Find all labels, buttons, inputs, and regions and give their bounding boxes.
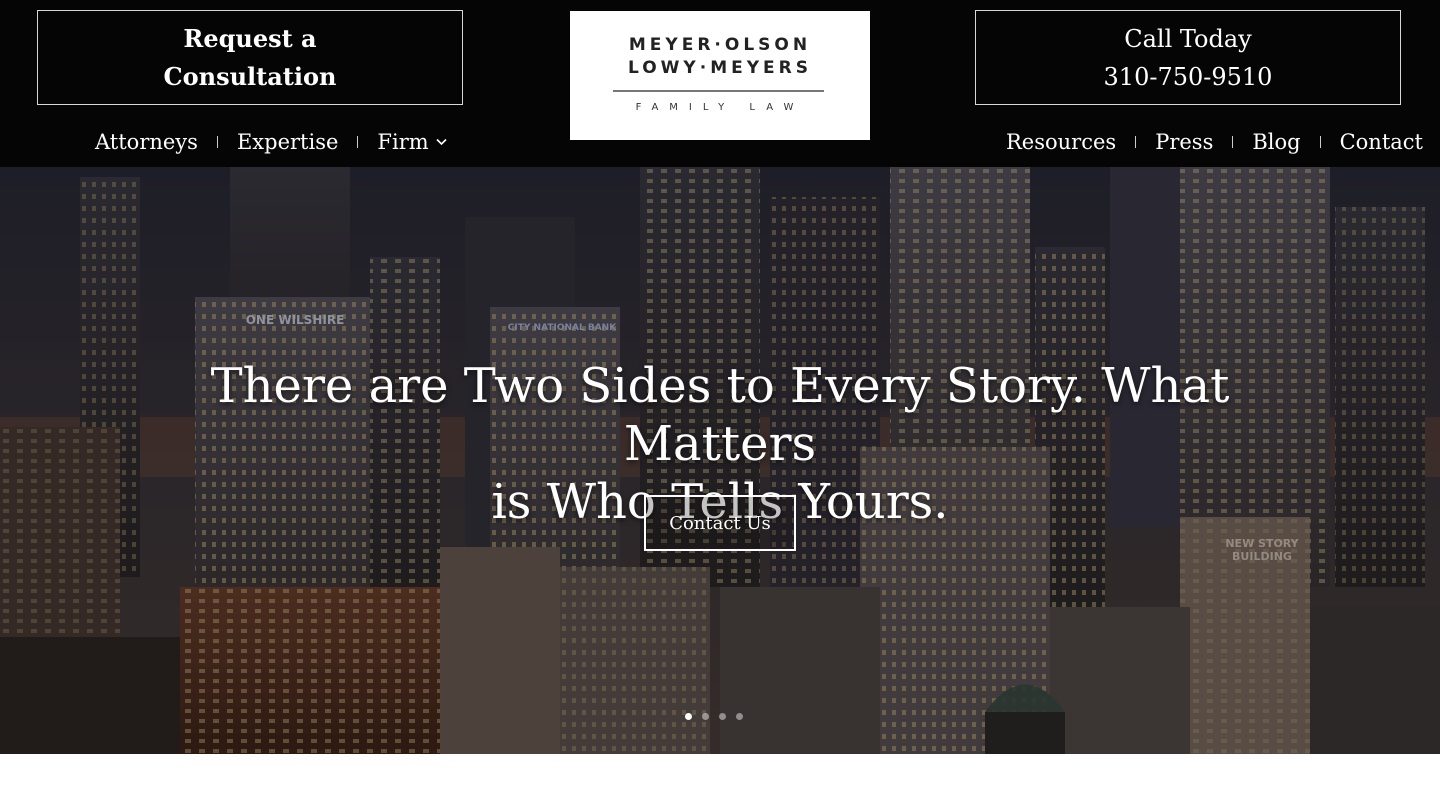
nav-contact[interactable]: Contact [1340, 130, 1423, 154]
consultation-line-1: Request a [183, 23, 317, 53]
phone-number: 310-750-9510 [1103, 62, 1273, 91]
call-today-button[interactable]: Call Today 310-750-9510 [975, 10, 1401, 105]
nav-blog-label: Blog [1252, 130, 1301, 154]
slide-dot-2[interactable] [702, 713, 709, 720]
content-area-start [0, 754, 1440, 800]
nav-press-label: Press [1155, 130, 1214, 154]
nav-separator [1232, 136, 1234, 148]
request-consultation-button[interactable]: Request a Consultation [37, 10, 463, 105]
nav-separator [216, 136, 218, 148]
nav-expertise[interactable]: Expertise [237, 130, 338, 154]
nav-separator [1135, 136, 1137, 148]
slider-pagination [685, 713, 753, 720]
nav-press[interactable]: Press [1155, 130, 1213, 154]
call-today-label: Call Today [1124, 24, 1252, 53]
slide-dot-1[interactable] [685, 713, 692, 720]
nav-resources-label: Resources [1006, 130, 1117, 154]
consultation-line-2: Consultation [163, 61, 337, 91]
hero-slider: ONE WILSHIRE CITY NATIONAL BANK NEW STOR… [0, 167, 1440, 754]
logo-line-1: MEYER·OLSON [628, 35, 812, 55]
firm-logo[interactable]: MEYER·OLSON LOWY·MEYERS FAMILY LAW [570, 11, 870, 140]
nav-separator [1319, 136, 1321, 148]
nav-left: Attorneys Expertise Firm [95, 127, 447, 157]
logo-line-3: FAMILY LAW [635, 102, 805, 113]
logo-line-2: LOWY·MEYERS [628, 58, 812, 78]
nav-firm[interactable]: Firm [377, 130, 447, 154]
nav-attorneys[interactable]: Attorneys [95, 130, 198, 154]
slide-dot-4[interactable] [736, 713, 743, 720]
nav-attorneys-label: Attorneys [95, 130, 198, 154]
hero-headline-line-1: There are Two Sides to Every Story. What… [210, 358, 1230, 472]
nav-right: Resources Press Blog Contact [1006, 127, 1423, 157]
nav-resources[interactable]: Resources [1006, 130, 1116, 154]
nav-expertise-label: Expertise [236, 130, 339, 154]
nav-firm-label: Firm [377, 130, 429, 154]
site-header: Request a Consultation MEYER·OLSON LOWY·… [0, 0, 1440, 167]
nav-separator [357, 136, 359, 148]
nav-blog[interactable]: Blog [1252, 130, 1300, 154]
logo-divider [613, 90, 824, 92]
nav-contact-label: Contact [1339, 130, 1423, 154]
chevron-down-icon [436, 138, 447, 146]
slide-dot-3[interactable] [719, 713, 726, 720]
contact-us-button[interactable]: Contact Us [644, 495, 796, 551]
